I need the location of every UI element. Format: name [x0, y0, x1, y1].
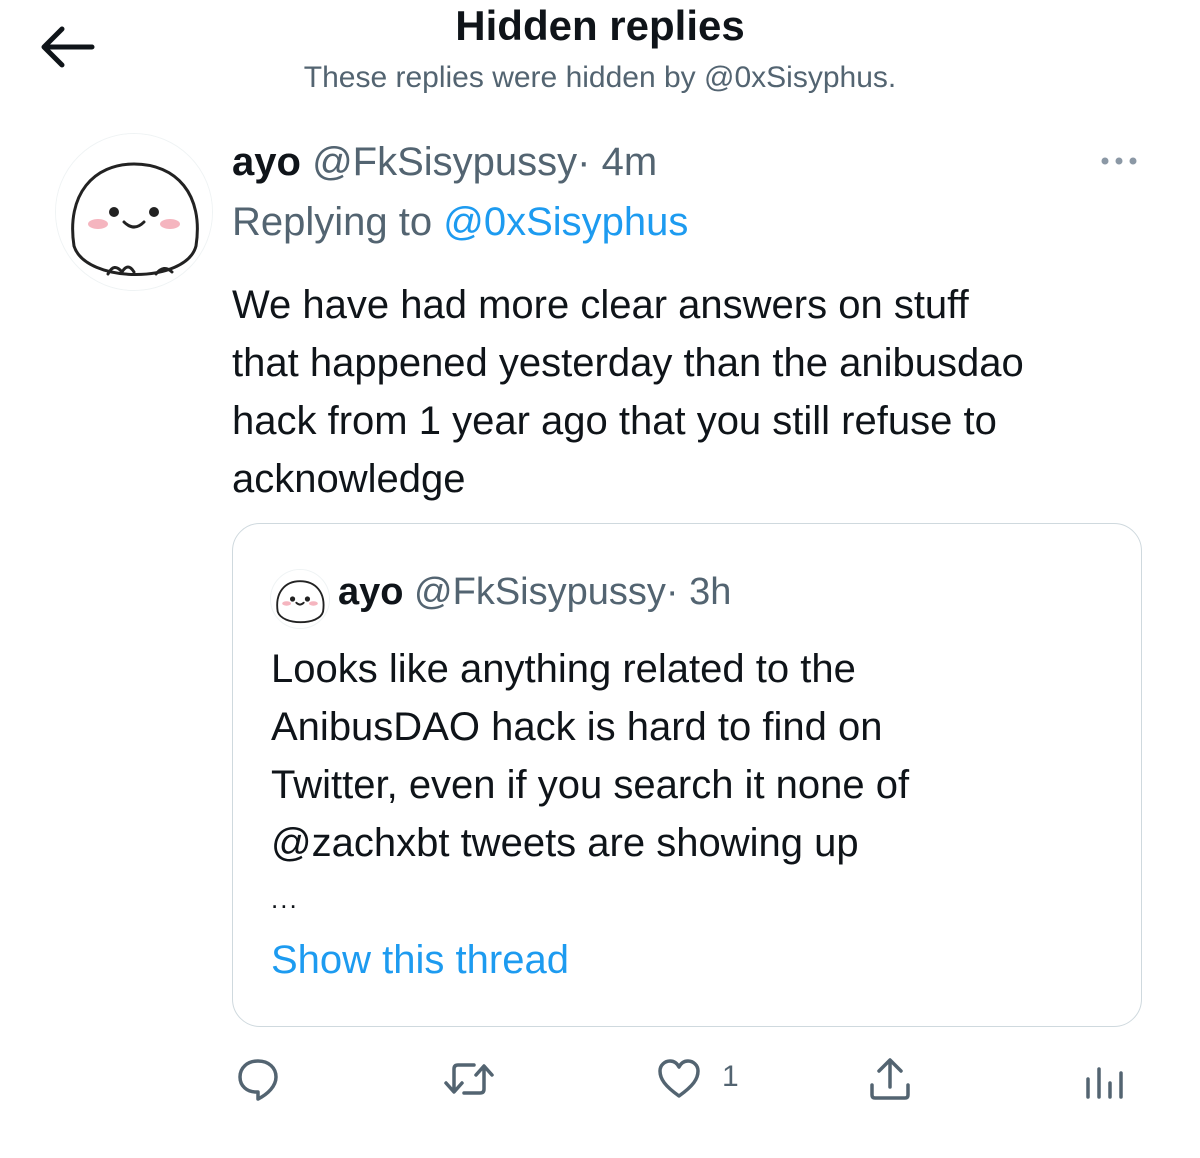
- quoted-author-handle: @FkSisypussy: [414, 571, 666, 613]
- replying-prefix: Replying to: [232, 200, 433, 244]
- tweet-text: We have had more clear answers on stuff …: [232, 276, 1152, 508]
- quoted-meta-separator: ·: [665, 571, 679, 613]
- like-button[interactable]: [655, 1055, 703, 1103]
- page-subtitle: These replies were hidden by @0xSisyphus…: [303, 61, 897, 94]
- quoted-text-line: Looks like anything related to the: [271, 647, 856, 691]
- tweet-meta: ayo @FkSisypussy· 4m: [232, 140, 657, 185]
- reply-icon: [238, 1059, 278, 1101]
- page-title: Hidden replies: [455, 2, 745, 49]
- tweet-text-line: hack from 1 year ago that you still refu…: [232, 399, 997, 443]
- analytics-icon: [1086, 1067, 1123, 1099]
- analytics-button[interactable]: [1080, 1055, 1128, 1103]
- like-icon: [658, 1059, 700, 1098]
- quoted-text: Looks like anything related to the Anibu…: [271, 640, 1111, 872]
- author-name[interactable]: ayo: [232, 140, 301, 184]
- more-button[interactable]: [1098, 143, 1140, 179]
- quoted-text-line: @zachxbt tweets are showing up: [271, 821, 859, 865]
- more-icon: [1101, 157, 1137, 165]
- tweet-text-line: acknowledge: [232, 457, 466, 501]
- meta-separator: ·: [577, 140, 591, 184]
- avatar-face-icon: [56, 134, 212, 290]
- tweet-text-line: We have had more clear answers on stuff: [232, 283, 969, 327]
- author-handle[interactable]: @FkSisypussy: [312, 140, 577, 184]
- quoted-text-line: Twitter, even if you search it none of: [271, 763, 910, 807]
- replying-to-link[interactable]: @0xSisyphus: [443, 200, 688, 244]
- retweet-button[interactable]: [442, 1055, 496, 1103]
- avatar-face-icon: [271, 570, 329, 628]
- quoted-author-name: ayo: [338, 571, 404, 613]
- tweet-text-line: that happened yesterday than the anibusd…: [232, 341, 1024, 385]
- show-thread-link[interactable]: Show this thread: [271, 938, 569, 983]
- replying-to: Replying to @0xSisyphus: [232, 200, 688, 245]
- share-button[interactable]: [866, 1055, 914, 1103]
- share-icon: [870, 1058, 910, 1100]
- quoted-text-line: AnibusDAO hack is hard to find on: [271, 705, 883, 749]
- timestamp[interactable]: 4m: [602, 140, 658, 184]
- quoted-ellipsis: ...: [271, 884, 299, 914]
- quoted-timestamp: 3h: [689, 571, 732, 613]
- quoted-meta: ayo @FkSisypussy· 3h: [338, 571, 731, 614]
- quoted-avatar: [270, 569, 330, 629]
- like-count: 1: [722, 1060, 739, 1093]
- retweet-icon: [444, 1063, 494, 1095]
- avatar[interactable]: [55, 133, 213, 291]
- reply-button[interactable]: [234, 1055, 282, 1103]
